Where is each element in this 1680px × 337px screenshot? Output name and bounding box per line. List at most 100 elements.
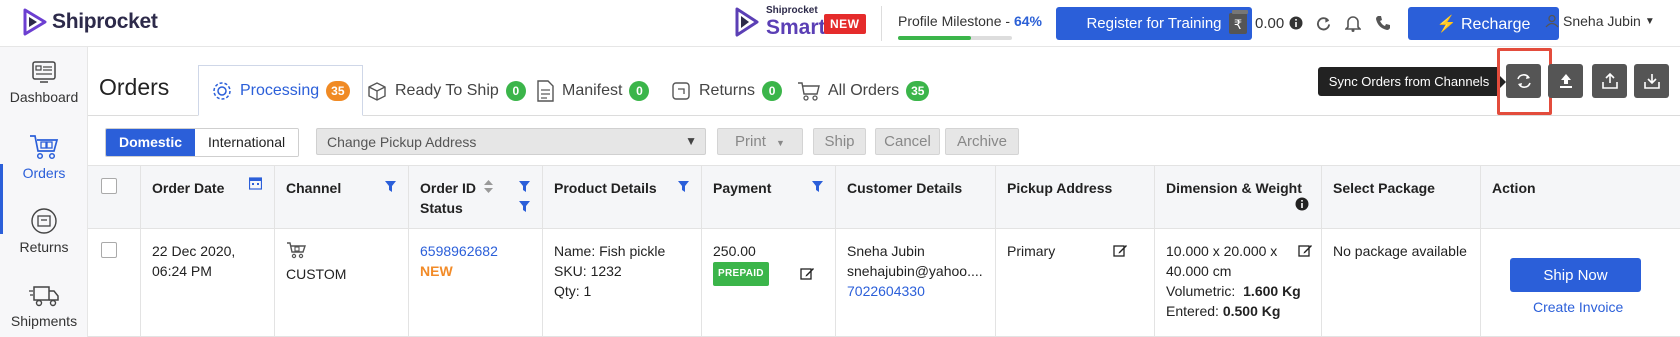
print-button[interactable]: Print ▼	[717, 128, 803, 155]
tab-label: Ready To Ship	[395, 82, 499, 99]
info-icon[interactable]	[1295, 197, 1309, 211]
phone-icon[interactable]	[1375, 15, 1391, 31]
customer-phone-link[interactable]: 7022604330	[847, 283, 925, 299]
user-name: Sneha Jubin	[1563, 13, 1641, 29]
download-button[interactable]	[1634, 64, 1669, 98]
top-header: Shiprocket Shiprocket Smart NEW Profile …	[0, 0, 1680, 47]
calendar-icon[interactable]	[249, 176, 262, 190]
profile-milestone[interactable]: Profile Milestone - 64%	[898, 13, 1042, 29]
column-divider	[1321, 165, 1322, 337]
returns-icon	[672, 82, 690, 100]
col-customer-details[interactable]: Customer Details	[847, 178, 962, 198]
column-divider	[701, 165, 702, 337]
shipment-truck-icon	[29, 286, 59, 307]
tab-manifest[interactable]: Manifest 0	[535, 76, 650, 106]
customer-name: Sneha Jubin	[847, 243, 925, 259]
customer-email: snehajubin@yahoo....	[847, 263, 983, 279]
col-pickup-address[interactable]: Pickup Address	[1007, 178, 1112, 198]
sidebar-item-returns[interactable]: Returns	[0, 207, 88, 255]
user-icon	[1545, 14, 1559, 28]
filter-icon[interactable]	[519, 181, 530, 192]
wallet-icon: ₹	[1229, 10, 1248, 34]
create-invoice-link[interactable]: Create Invoice	[1533, 299, 1623, 315]
register-training-button[interactable]: Register for Training	[1056, 7, 1252, 40]
highlight-annotation	[1497, 48, 1552, 115]
sidebar-item-label: Dashboard	[9, 89, 79, 105]
brand-name: Shiprocket	[52, 10, 158, 33]
shiprocket-smart-logo[interactable]: Shiprocket Smart	[734, 6, 826, 38]
package-icon	[368, 82, 386, 101]
tab-count-badge: 0	[762, 81, 783, 101]
tab-ready-to-ship[interactable]: Ready To Ship 0	[366, 76, 526, 106]
bolt-icon: ⚡	[1436, 15, 1457, 33]
col-channel[interactable]: Channel	[286, 178, 341, 198]
volumetric-weight: 1.600 Kg	[1243, 283, 1301, 299]
filter-icon[interactable]	[385, 181, 396, 192]
col-select-package[interactable]: Select Package	[1333, 178, 1435, 198]
gear-icon	[213, 81, 231, 100]
wallet[interactable]: ₹ 0.00	[1228, 10, 1303, 36]
product-qty: Qty: 1	[554, 283, 592, 299]
new-badge: NEW	[824, 14, 866, 34]
edit-icon[interactable]	[1298, 243, 1313, 258]
edit-icon[interactable]	[800, 266, 815, 281]
order-id-cell: 6598962682 NEW	[420, 241, 498, 281]
channel-name: CUSTOM	[286, 266, 347, 282]
dimensions: 10.000 x 20.000 x	[1166, 243, 1278, 259]
select-all-checkbox[interactable]	[101, 178, 117, 194]
export-button[interactable]	[1592, 64, 1627, 98]
payment-cell: 250.00 PREPAID	[713, 241, 769, 286]
brand-logo[interactable]: Shiprocket	[22, 8, 158, 36]
row-checkbox[interactable]	[101, 242, 117, 258]
filter-icon[interactable]	[519, 201, 530, 212]
order-id-link[interactable]: 6598962682	[420, 243, 498, 259]
tab-returns[interactable]: Returns 0	[670, 76, 783, 106]
col-order-date[interactable]: Order Date	[152, 178, 224, 198]
tab-all-orders[interactable]: All Orders 35	[797, 76, 930, 106]
page-title: Orders	[99, 74, 170, 100]
milestone-value: 64%	[1013, 13, 1042, 29]
col-product-details[interactable]: Product Details	[554, 178, 657, 198]
recharge-button[interactable]: ⚡ Recharge	[1408, 7, 1559, 40]
filter-icon[interactable]	[678, 181, 689, 192]
dimension-weight-cell: 10.000 x 20.000 x 40.000 cm Volumetric: …	[1166, 241, 1301, 321]
column-divider	[835, 165, 836, 337]
order-date-cell: 22 Dec 2020, 06:24 PM	[152, 241, 235, 281]
col-order-id[interactable]: Order ID Status	[420, 178, 476, 218]
sidebar-item-orders[interactable]: Orders	[0, 133, 88, 181]
sidebar-item-dashboard[interactable]: Dashboard	[0, 59, 88, 105]
archive-button[interactable]: Archive	[945, 128, 1019, 155]
filter-icon[interactable]	[812, 181, 823, 192]
caret-down-icon: ▼	[776, 138, 785, 148]
tab-label: All Orders	[828, 82, 900, 99]
info-icon[interactable]	[1289, 16, 1303, 30]
pickup-address-select[interactable]: Change Pickup Address ▼	[316, 128, 706, 155]
sidebar-item-label: Orders	[22, 165, 66, 181]
col-dimension-weight[interactable]: Dimension & Weight	[1166, 178, 1302, 198]
sidebar-item-label: Returns	[19, 239, 69, 255]
col-action[interactable]: Action	[1492, 178, 1536, 198]
column-divider	[1154, 165, 1155, 337]
domestic-toggle[interactable]: Domestic	[106, 129, 196, 156]
cancel-button[interactable]: Cancel	[875, 128, 940, 155]
user-menu[interactable]: Sneha Jubin ▼	[1545, 13, 1655, 29]
smart-sub-label: Shiprocket	[766, 5, 818, 16]
milestone-progress-fill	[898, 36, 971, 40]
bell-icon[interactable]	[1345, 15, 1361, 32]
international-toggle[interactable]: International	[195, 129, 299, 156]
tab-processing[interactable]: Processing 35	[198, 65, 363, 116]
svg-text:₹: ₹	[1234, 18, 1242, 33]
product-name: Name: Fish pickle	[554, 243, 666, 259]
download-icon	[1643, 74, 1660, 89]
refresh-icon[interactable]	[1316, 16, 1331, 31]
edit-icon[interactable]	[1113, 243, 1128, 258]
sidebar-item-shipments[interactable]: Shipments	[0, 283, 88, 329]
ship-button[interactable]: Ship	[813, 128, 866, 155]
milestone-label: Profile Milestone -	[898, 13, 1014, 29]
dimensions-cont: 40.000 cm	[1166, 263, 1232, 279]
import-orders-button[interactable]	[1548, 64, 1583, 98]
upload-icon	[1559, 74, 1572, 88]
ship-now-button[interactable]: Ship Now	[1510, 258, 1641, 292]
col-payment[interactable]: Payment	[713, 178, 771, 198]
sort-icon[interactable]	[484, 180, 493, 193]
